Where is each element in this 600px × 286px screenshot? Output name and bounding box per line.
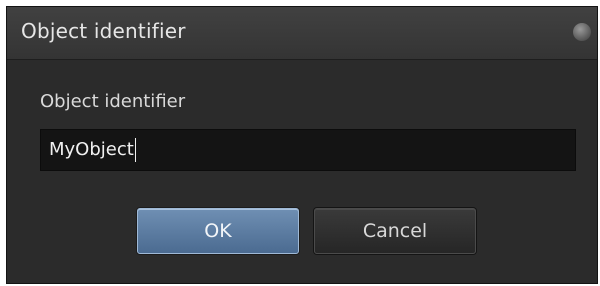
cancel-button[interactable]: Cancel — [314, 208, 476, 254]
cancel-button-label: Cancel — [362, 220, 428, 242]
ok-button-label: OK — [204, 220, 232, 242]
object-identifier-input[interactable]: MyObject — [40, 129, 576, 171]
object-identifier-label: Object identifier — [40, 91, 186, 112]
object-identifier-dialog: Object identifier Object identifier MyOb… — [6, 6, 598, 284]
dialog-titlebar[interactable]: Object identifier — [7, 7, 597, 60]
dialog-title: Object identifier — [21, 19, 186, 43]
close-dot-icon[interactable] — [573, 23, 591, 41]
object-identifier-value: MyObject — [49, 139, 134, 160]
text-caret — [134, 138, 136, 162]
ok-button[interactable]: OK — [137, 208, 299, 254]
